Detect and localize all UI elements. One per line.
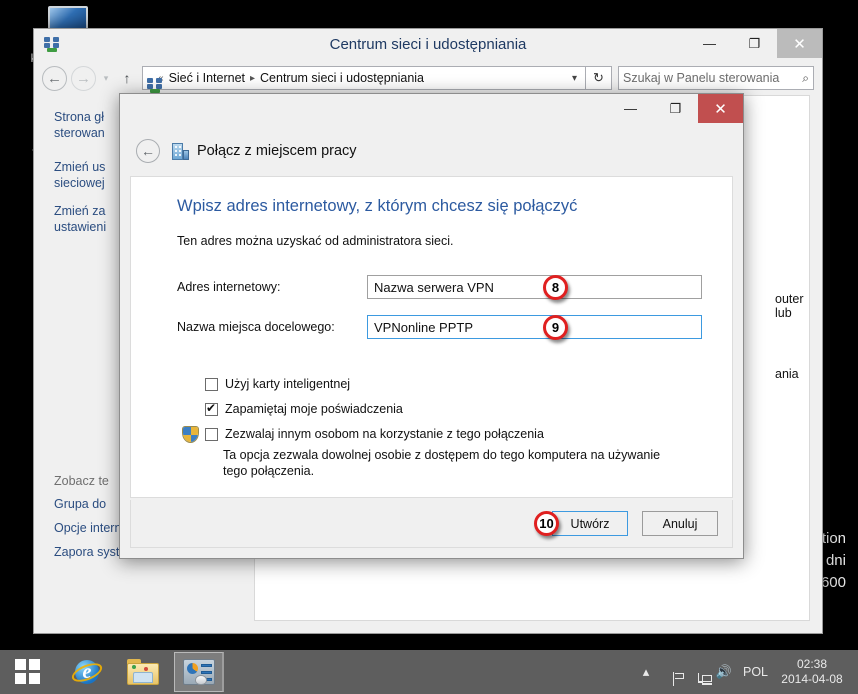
uac-shield-icon [182,426,199,443]
navigation-bar: ← → ▾ ↑ « Sieć i Internet ▸ Centrum siec… [34,61,822,95]
dialog-title-bar[interactable]: — ❐ ✕ [120,94,743,130]
callout-badge-10: 10 [534,511,559,536]
main-text-fragment: ania [775,367,799,381]
breadcrumb-separator-icon: ▸ [250,72,256,84]
folder-icon [127,659,159,685]
callout-badge-9: 9 [543,315,568,340]
destination-name-label: Nazwa miejsca docelowego: [177,320,335,334]
checkbox-description: Ta opcja zezwala dowolnej osobie z dostę… [223,448,661,478]
breadcrumb-item-network[interactable]: Sieć i Internet [169,71,245,85]
window-title-bar[interactable]: Centrum sieci i udostępniania — ❐ ✕ [34,29,822,61]
back-button[interactable]: ← [42,65,67,91]
checkbox-smart-card[interactable]: Użyj karty inteligentnej [205,377,350,392]
windows-logo-icon [15,659,41,685]
checkbox-label: Użyj karty inteligentnej [225,377,351,391]
desktop: kom vpn k tion dni Build 9600 Centrum si… [0,0,858,650]
internet-address-input[interactable]: Nazwa serwera VPN [367,275,702,299]
system-tray: ▴ 🔊 POL 02:38 2014-04-08 [633,650,858,694]
checkbox-label: Zapamiętaj moje poświadczenia [225,402,403,416]
dialog-minimize-button[interactable]: — [608,94,653,123]
clock[interactable]: 02:38 2014-04-08 [776,657,848,687]
close-button[interactable]: ✕ [777,29,822,58]
search-placeholder: Szukaj w Panelu sterowania [623,71,780,85]
chevron-down-icon[interactable]: ▾ [98,73,114,84]
up-button[interactable]: ↑ [116,70,138,86]
clock-date: 2014-04-08 [781,672,843,686]
language-indicator[interactable]: POL [743,665,768,679]
taskbar-item-control-panel[interactable] [174,652,224,692]
maximize-button[interactable]: ❐ [732,29,777,58]
control-panel-icon [182,659,215,685]
ie-icon: e [69,658,105,686]
clock-time: 02:38 [796,657,828,671]
address-bar[interactable]: « Sieć i Internet ▸ Centrum sieci i udos… [142,66,586,93]
refresh-button[interactable]: ↻ [586,66,612,90]
dialog-subheading: Ten adres można uzyskać od administrator… [177,234,454,248]
checkbox-remember-credentials[interactable]: Zapamiętaj moje poświadczenia [205,401,403,417]
address-dropdown-icon[interactable]: ▾ [568,73,581,84]
volume-icon[interactable]: 🔊 [711,664,737,680]
taskbar: e ▴ 🔊 POL 02:38 2014-04-08 [0,650,858,694]
dialog-footer: 10 Utwórz Anuluj [130,500,733,548]
dialog-header: ← Połącz z miejscem pracy [120,130,743,172]
internet-address-label: Adres internetowy: [177,280,281,294]
taskbar-item-internet-explorer[interactable]: e [62,652,112,692]
show-hidden-icons-button[interactable]: ▴ [633,664,659,680]
breadcrumb-item-current[interactable]: Centrum sieci i udostępniania [260,71,424,85]
start-button[interactable] [0,650,56,694]
checkbox-icon[interactable] [205,428,218,441]
cancel-button[interactable]: Anuluj [642,511,718,536]
dialog-title: Połącz z miejscem pracy [197,143,357,159]
create-button[interactable]: Utwórz [552,511,628,536]
checkbox-icon-checked[interactable] [205,401,218,416]
dialog-heading: Wpisz adres internetowy, z którym chcesz… [177,197,578,215]
dialog-close-button[interactable]: ✕ [698,94,743,123]
workplace-icon [172,142,189,160]
dialog-maximize-button[interactable]: ❐ [653,94,698,123]
dialog-back-button[interactable]: ← [136,139,160,163]
internet-address-row: Adres internetowy: Nazwa serwera VPN [177,275,702,299]
destination-name-row: Nazwa miejsca docelowego: VPNonline PPTP [177,315,702,339]
checkbox-icon[interactable] [205,378,218,391]
checkbox-label: Zezwalaj innym osobom na korzystanie z t… [225,427,544,441]
search-input[interactable]: Szukaj w Panelu sterowania ⌕ [618,66,814,90]
dialog-window-controls: — ❐ ✕ [608,94,743,123]
callout-badge-8: 8 [543,275,568,300]
dialog-body: Wpisz adres internetowy, z którym chcesz… [130,176,733,498]
control-panel-window: Centrum sieci i udostępniania — ❐ ✕ ← → … [33,28,823,634]
main-text-fragment: outer lub [775,292,804,320]
forward-button[interactable]: → [71,65,96,91]
taskbar-item-file-explorer[interactable] [118,652,168,692]
checkbox-allow-other-people[interactable]: Zezwalaj innym osobom na korzystanie z t… [205,427,544,442]
destination-name-input[interactable]: VPNonline PPTP [367,315,702,339]
window-controls: — ❐ ✕ [687,29,822,58]
search-icon: ⌕ [802,70,809,85]
connect-to-workplace-dialog: — ❐ ✕ ← Połącz z miejscem pracy Wpisz ad… [119,93,744,559]
minimize-button[interactable]: — [687,29,732,58]
